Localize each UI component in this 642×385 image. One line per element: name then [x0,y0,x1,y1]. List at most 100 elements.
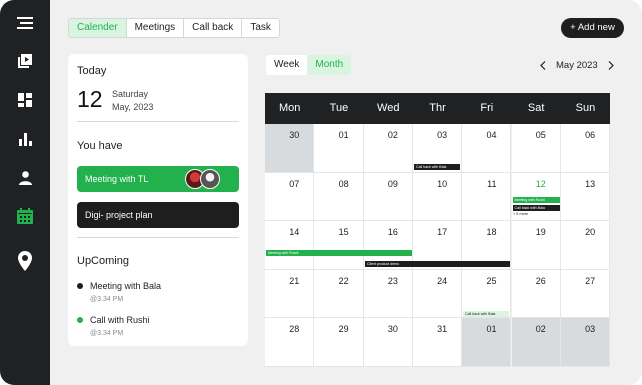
month-button[interactable]: Month [307,55,352,75]
day-cell[interactable]: 13 [560,172,611,222]
day-number: 30 [387,324,398,335]
day-number: 21 [289,275,300,286]
upcoming-heading: UpComing [77,255,129,267]
day-number: 06 [585,130,596,140]
divider [77,121,239,122]
calendar-event[interactable]: Client product demo [365,261,510,267]
sidebar [0,0,50,385]
day-cell[interactable]: 14 [265,221,315,270]
weekday-label: Fri [480,102,494,114]
day-number: 18 [486,227,497,238]
add-new-button[interactable]: + Add new [561,18,624,38]
day-cell[interactable]: 19 [511,221,561,270]
tab-call-back[interactable]: Call back [184,19,243,37]
day-cell[interactable]: 11 [462,172,512,222]
day-cell[interactable]: 02 [363,124,413,173]
day-cell[interactable]: 20 [560,221,611,270]
menu-icon[interactable] [14,12,36,34]
upcoming-title[interactable]: Call with Rushi [90,315,150,325]
day-number: 01 [338,130,349,140]
day-cell[interactable]: 26 [511,269,561,319]
today-weekday: Saturday [112,89,149,99]
chart-icon[interactable] [14,128,36,150]
day-number: 17 [437,227,448,238]
chevron-left-icon[interactable] [538,59,548,71]
view-toggle: Week Month [266,55,352,75]
day-number: 10 [437,178,448,189]
day-number: 30 [289,130,300,140]
dashboard-icon[interactable] [14,89,36,111]
you-have-heading: You have [77,140,123,152]
day-cell[interactable]: 10 [412,172,463,222]
day-cell[interactable]: 08 [314,172,364,222]
day-cell[interactable]: 31 [412,318,463,367]
day-cell[interactable]: 28 [265,318,315,367]
day-number: 23 [387,275,398,286]
user-icon[interactable] [14,167,36,189]
day-cell[interactable]: 06 [560,124,611,173]
day-number: 25 [486,275,497,286]
weekday-label: Tue [329,102,349,114]
day-cell[interactable]: 09 [363,172,413,222]
month-calendar: Mon Tue Wed Thr Fri Sat Sun 30 01 02 03 … [265,93,611,367]
calendar-event[interactable]: Call back with Bala [512,205,560,211]
day-cell[interactable]: 29 [314,318,364,367]
day-cell[interactable]: 27 [560,269,611,319]
day-number: 01 [486,324,497,335]
calendar-event[interactable]: Call back with Bala [414,164,460,170]
day-number: 12 [535,178,546,189]
day-cell[interactable]: 07 [265,172,315,222]
day-number: 03 [437,130,448,140]
day-number: 02 [535,324,546,335]
avatar [200,169,220,189]
upcoming-time: @3.34 PM [90,330,124,337]
day-cell[interactable]: 21 [265,269,315,319]
today-month-year: May, 2023 [112,102,154,112]
tab-task[interactable]: Task [242,19,279,37]
calendar-event[interactable]: Call back with Bala [463,311,509,317]
meeting-item[interactable]: Meeting with TL [77,166,239,192]
day-number: 16 [387,227,398,238]
calendar-event[interactable]: Meeting with Rushi [512,197,560,203]
day-number: 13 [585,178,596,189]
day-cell[interactable]: 02 [511,318,561,367]
day-cell[interactable]: 30 [363,318,413,367]
day-cell[interactable]: 04 [462,124,512,173]
day-cell[interactable]: 22 [314,269,364,319]
calendar-event[interactable]: Meeting with Rushi [266,250,412,256]
day-cell[interactable]: 30 [265,124,315,173]
task-item[interactable]: Digi- project plan [77,202,239,228]
tab-meetings[interactable]: Meetings [127,19,185,37]
day-cell[interactable]: 01 [462,318,512,367]
weekday-label: Sun [575,102,596,114]
day-number: 15 [338,227,349,238]
status-dot [77,317,83,323]
day-cell[interactable]: 15 [314,221,364,270]
day-number: 08 [338,178,349,189]
tab-calender[interactable]: Calender [69,19,127,37]
day-cell[interactable]: 05 [511,124,561,173]
weekday-label: Mon [278,102,301,114]
day-number: 26 [535,275,546,286]
divider [77,237,239,238]
day-number: 19 [535,227,546,238]
day-cell[interactable]: 23 [363,269,413,319]
media-icon[interactable] [14,50,36,72]
day-number: 07 [289,178,300,189]
app-window: Calender Meetings Call back Task + Add n… [0,0,642,385]
more-events-link[interactable]: + 5 more [513,212,528,216]
month-navigator: May 2023 [538,59,616,71]
upcoming-time: @3.34 PM [90,296,124,303]
upcoming-title[interactable]: Meeting with Bala [90,281,161,291]
calendar-icon[interactable] [14,205,36,227]
week-button[interactable]: Week [266,55,307,75]
day-number: 22 [338,275,349,286]
status-dot [77,283,83,289]
chevron-right-icon[interactable] [606,59,616,71]
day-number: 31 [437,324,448,335]
day-cell[interactable]: 03 [560,318,611,367]
location-icon[interactable] [14,250,36,272]
day-cell[interactable]: 24 [412,269,463,319]
day-cell[interactable]: 01 [314,124,364,173]
day-number: 09 [387,178,398,189]
